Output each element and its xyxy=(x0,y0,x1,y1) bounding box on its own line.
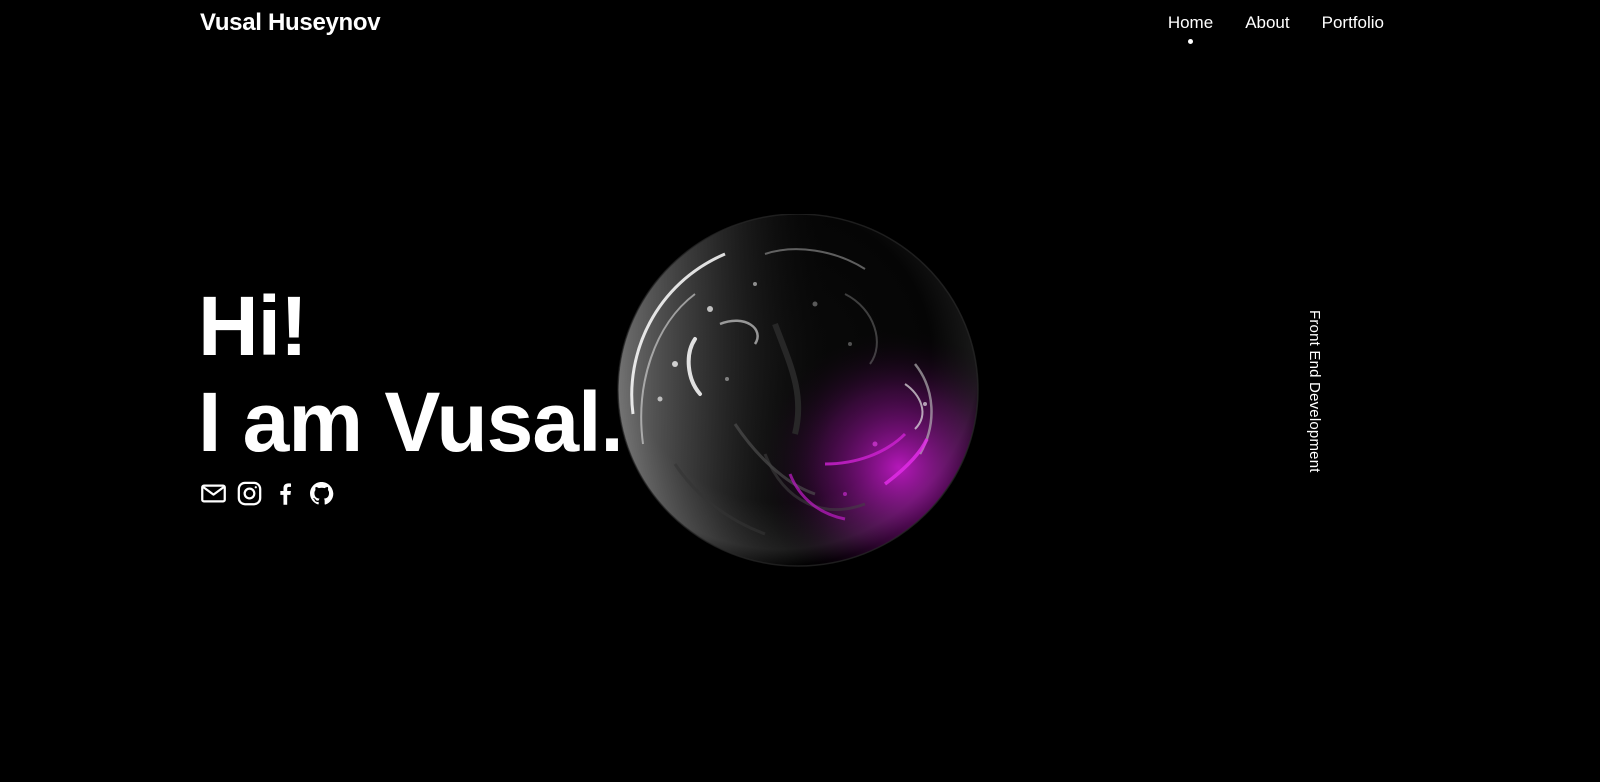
github-icon[interactable] xyxy=(308,480,335,507)
active-indicator-dot xyxy=(1188,39,1193,44)
nav-item-label: Home xyxy=(1167,13,1214,32)
hero-intro: I am Vusal. xyxy=(198,375,624,469)
nav-item-label: About xyxy=(1245,13,1290,32)
glass-sphere-graphic xyxy=(615,213,981,574)
nav-item-home[interactable]: Home xyxy=(1167,13,1214,44)
nav-item-label: Portfolio xyxy=(1321,13,1384,32)
brand-logo[interactable]: Vusal Huseynov xyxy=(200,9,381,37)
hero-section: Hi! I am Vusal. xyxy=(198,278,624,507)
page: Vusal Huseynov Home About Portfolio Hi! … xyxy=(0,0,1600,782)
side-tagline: Front End Development xyxy=(1306,310,1323,473)
facebook-icon[interactable] xyxy=(272,480,299,507)
main-nav: Home About Portfolio xyxy=(1167,13,1384,44)
mail-icon[interactable] xyxy=(200,480,227,507)
site-header: Vusal Huseynov Home About Portfolio xyxy=(200,0,1384,48)
hero-greeting: Hi! xyxy=(198,279,308,373)
nav-item-portfolio[interactable]: Portfolio xyxy=(1322,13,1384,33)
nav-item-about[interactable]: About xyxy=(1245,13,1289,33)
social-links xyxy=(200,480,623,507)
instagram-icon[interactable] xyxy=(236,480,263,507)
